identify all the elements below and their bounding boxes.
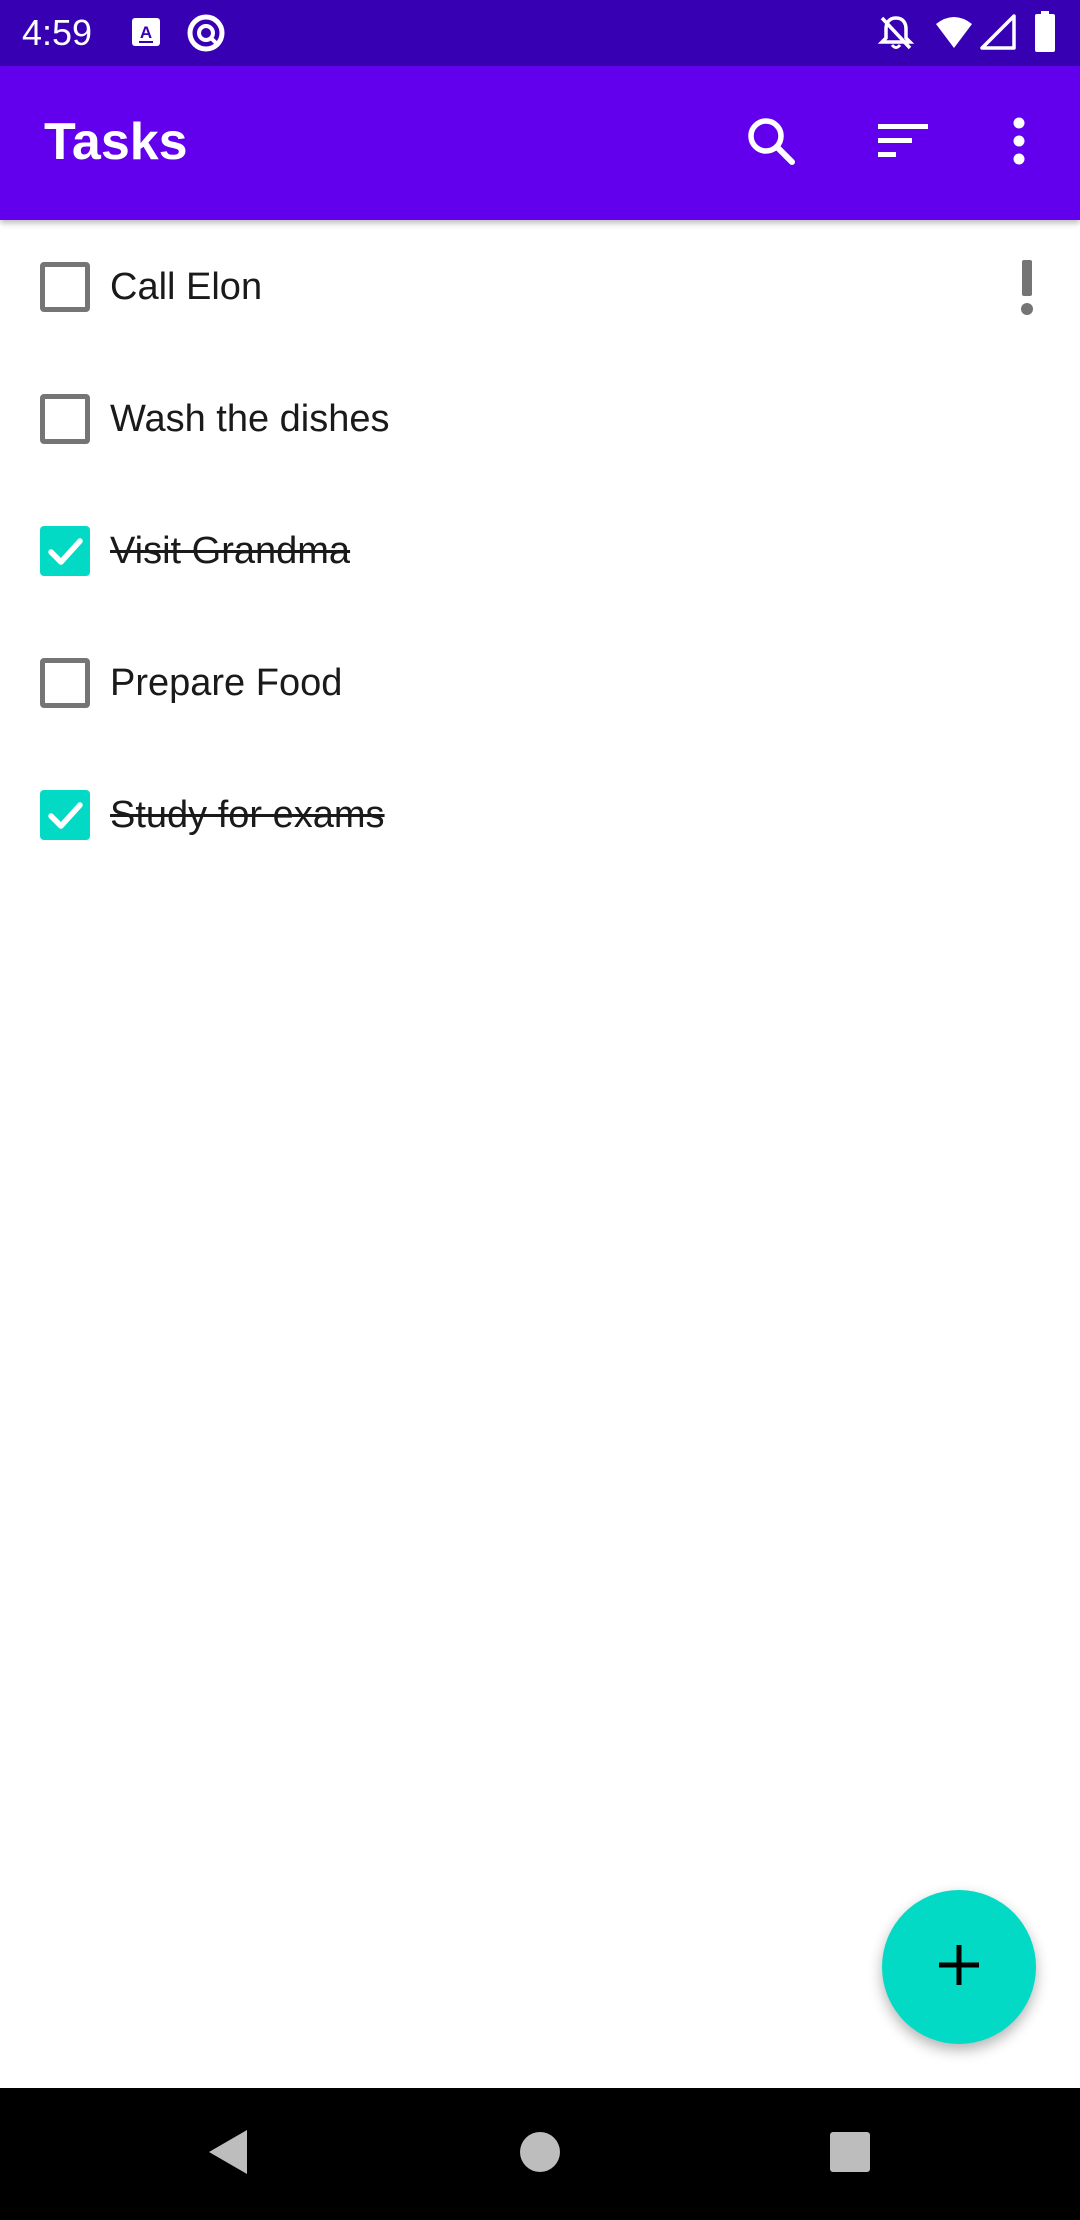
check-icon (48, 538, 83, 565)
home-button[interactable] (510, 2124, 570, 2184)
recents-button[interactable] (820, 2124, 880, 2184)
signal-icon (980, 14, 1016, 55)
list-item[interactable]: Visit Grandma (0, 484, 1080, 616)
task-label: Prepare Food (110, 662, 343, 704)
add-task-button[interactable] (882, 1890, 1036, 2044)
task-label: Wash the dishes (110, 398, 390, 440)
back-icon (205, 2128, 251, 2181)
task-checkbox-checked[interactable] (40, 790, 90, 840)
page-title: Tasks (44, 113, 188, 171)
more-options-button[interactable] (974, 98, 1064, 188)
list-item[interactable]: Wash the dishes (0, 352, 1080, 484)
app-bar: Tasks (0, 66, 1080, 220)
list-item[interactable]: Study for exams (0, 748, 1080, 880)
status-bar: 4:59 A (0, 0, 1080, 66)
navigation-bar (0, 2088, 1080, 2220)
back-button[interactable] (198, 2124, 258, 2184)
priority-high-icon (1020, 260, 1034, 316)
task-list: Call Elon Wash the dishes Visit Grandma (0, 220, 1080, 880)
battery-icon (1034, 11, 1056, 58)
more-vert-icon (1011, 117, 1027, 170)
task-checkbox[interactable] (40, 658, 90, 708)
list-item[interactable]: Call Elon (0, 220, 1080, 352)
check-icon (48, 802, 83, 829)
task-label: Visit Grandma (110, 530, 351, 572)
recents-icon (829, 2131, 871, 2178)
keyboard-a-icon: A (130, 16, 162, 53)
task-checkbox[interactable] (40, 262, 90, 312)
task-label: Study for exams (110, 794, 385, 836)
home-icon (519, 2131, 561, 2178)
list-item[interactable]: Prepare Food (0, 616, 1080, 748)
notifications-off-icon (877, 14, 915, 57)
task-checkbox-checked[interactable] (40, 526, 90, 576)
status-time: 4:59 (22, 12, 93, 53)
task-checkbox[interactable] (40, 394, 90, 444)
add-icon (937, 1943, 981, 1992)
sort-button[interactable] (858, 98, 948, 188)
wifi-icon (934, 14, 974, 55)
at-sign-icon (186, 13, 226, 58)
sort-icon (876, 121, 930, 166)
search-button[interactable] (726, 98, 816, 188)
task-label: Call Elon (110, 266, 263, 308)
svg-text:A: A (140, 23, 152, 42)
search-icon (745, 115, 797, 172)
